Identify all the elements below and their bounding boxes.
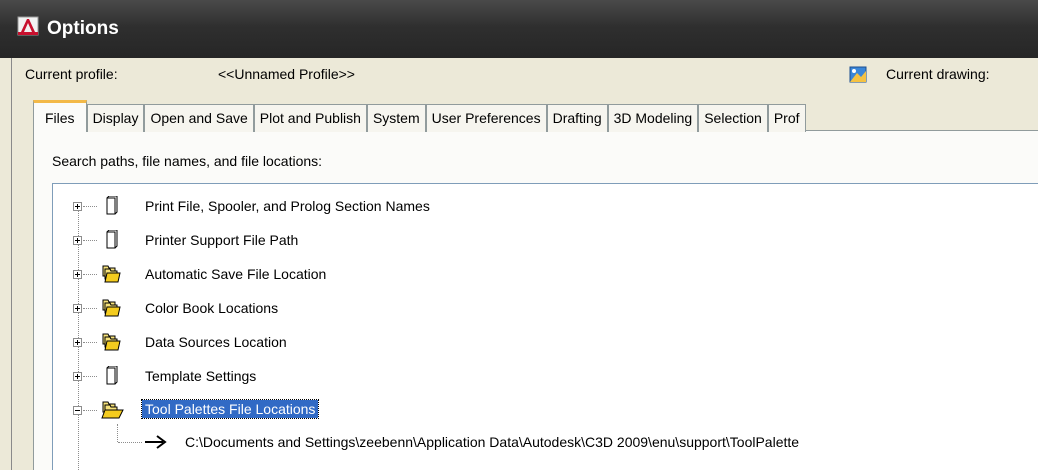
tree-connector: [83, 206, 97, 207]
expand-icon[interactable]: [73, 202, 82, 211]
tool-palette-path: C:\Documents and Settings\zeebenn\Applic…: [185, 434, 800, 450]
tree-connector: [83, 274, 97, 275]
document-icon: [106, 230, 118, 249]
tree-item[interactable]: Print File, Spooler, and Prolog Section …: [0, 194, 960, 218]
current-profile-label: Current profile:: [25, 66, 118, 82]
expand-icon[interactable]: [73, 270, 82, 279]
tree-item[interactable]: Color Book Locations: [0, 296, 960, 320]
file-locations-tree[interactable]: [52, 183, 1038, 470]
search-paths-label: Search paths, file names, and file locat…: [52, 153, 323, 169]
open-folders-icon: [101, 401, 124, 419]
window-title: Options: [47, 18, 119, 39]
tree-item-label: Print File, Spooler, and Prolog Section …: [145, 198, 430, 214]
tab-drafting[interactable]: Drafting: [546, 104, 608, 132]
tree-connector: [83, 240, 97, 241]
drawing-file-icon: [849, 66, 867, 83]
expand-icon[interactable]: [73, 236, 82, 245]
folders-icon: [102, 333, 121, 351]
tab-plot-and-publish[interactable]: Plot and Publish: [253, 104, 367, 132]
folders-icon: [102, 265, 121, 283]
tree-item-label: Tool Palettes File Locations: [140, 399, 320, 419]
tab-system[interactable]: System: [366, 104, 426, 132]
expand-icon[interactable]: [73, 338, 82, 347]
tree-item-label: Automatic Save File Location: [145, 266, 327, 282]
current-drawing-label: Current drawing:: [886, 66, 990, 82]
tab-open-and-save[interactable]: Open and Save: [144, 104, 254, 132]
collapse-icon[interactable]: [73, 406, 82, 415]
right-arrow-icon: [145, 435, 167, 449]
tree-connector: [83, 342, 97, 343]
tree-item[interactable]: Printer Support File Path: [0, 228, 960, 252]
tree-connector: [118, 442, 142, 443]
autocad-app-icon: [17, 16, 39, 36]
tree-item-selected[interactable]: Tool Palettes File Locations: [0, 398, 960, 422]
tree-item-label: Printer Support File Path: [145, 232, 299, 248]
current-profile-value: <<Unnamed Profile>>: [218, 66, 355, 82]
tree-connector: [117, 424, 118, 442]
tree-item-label: Data Sources Location: [145, 334, 287, 350]
tab-display[interactable]: Display: [86, 104, 145, 132]
document-icon: [106, 366, 118, 385]
tree-connector: [83, 410, 97, 411]
tree-item[interactable]: Automatic Save File Location: [0, 262, 960, 286]
expand-icon[interactable]: [73, 304, 82, 313]
document-icon: [106, 196, 118, 215]
tab-selection[interactable]: Selection: [698, 104, 768, 132]
tab-3d-modeling[interactable]: 3D Modeling: [607, 104, 699, 132]
tree-item-label: Template Settings: [145, 368, 257, 384]
expand-icon[interactable]: [73, 372, 82, 381]
tree-item-label: Color Book Locations: [145, 300, 279, 316]
tab-user-preferences[interactable]: User Preferences: [425, 104, 547, 132]
tree-item[interactable]: Data Sources Location: [0, 330, 960, 354]
options-tab-strip: Files Display Open and Save Plot and Pub…: [33, 100, 806, 132]
tab-profiles[interactable]: Prof: [767, 104, 806, 132]
tree-item[interactable]: Template Settings: [0, 364, 960, 388]
tab-files[interactable]: Files: [33, 100, 87, 132]
tree-connector: [83, 376, 97, 377]
folders-icon: [102, 299, 121, 317]
tree-connector: [83, 308, 97, 309]
title-bar[interactable]: Options: [0, 0, 1038, 58]
tree-child-item[interactable]: C:\Documents and Settings\zeebenn\Applic…: [0, 424, 960, 454]
